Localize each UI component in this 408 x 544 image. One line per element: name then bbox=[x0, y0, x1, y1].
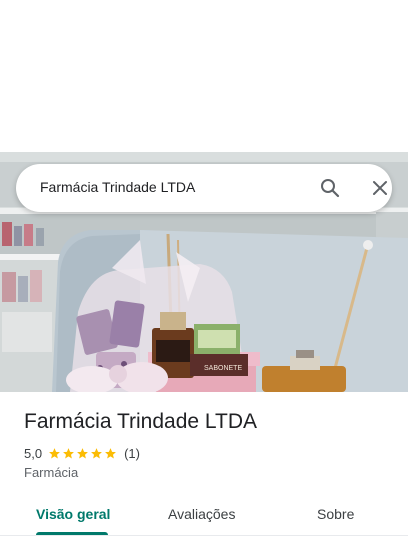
tab-reviews[interactable]: Avaliações bbox=[168, 506, 235, 522]
place-name: Farmácia Trindade LTDA bbox=[24, 410, 258, 433]
review-count[interactable]: (1) bbox=[124, 446, 140, 461]
tab-overview[interactable]: Visão geral bbox=[36, 506, 110, 522]
rating-row[interactable]: 5,0 (1) bbox=[24, 445, 140, 461]
rating-value: 5,0 bbox=[24, 445, 43, 461]
tab-about[interactable]: Sobre bbox=[317, 506, 354, 522]
search-icon[interactable] bbox=[318, 176, 342, 200]
star-icon bbox=[63, 447, 74, 458]
star-icon bbox=[77, 447, 88, 458]
place-tabs: Visão geral Avaliações Sobre bbox=[0, 496, 408, 536]
search-bar[interactable]: Farmácia Trindade LTDA bbox=[16, 164, 392, 212]
star-icon bbox=[105, 447, 116, 458]
tabs-divider bbox=[0, 535, 408, 536]
rating-stars bbox=[48, 447, 118, 460]
search-input[interactable]: Farmácia Trindade LTDA bbox=[40, 179, 195, 195]
close-icon[interactable] bbox=[368, 176, 392, 200]
star-icon bbox=[49, 447, 60, 458]
empty-top-area bbox=[0, 0, 408, 152]
place-category[interactable]: Farmácia bbox=[24, 465, 78, 480]
star-icon bbox=[91, 447, 102, 458]
photo-bottle-label: SABONETE bbox=[204, 365, 242, 372]
